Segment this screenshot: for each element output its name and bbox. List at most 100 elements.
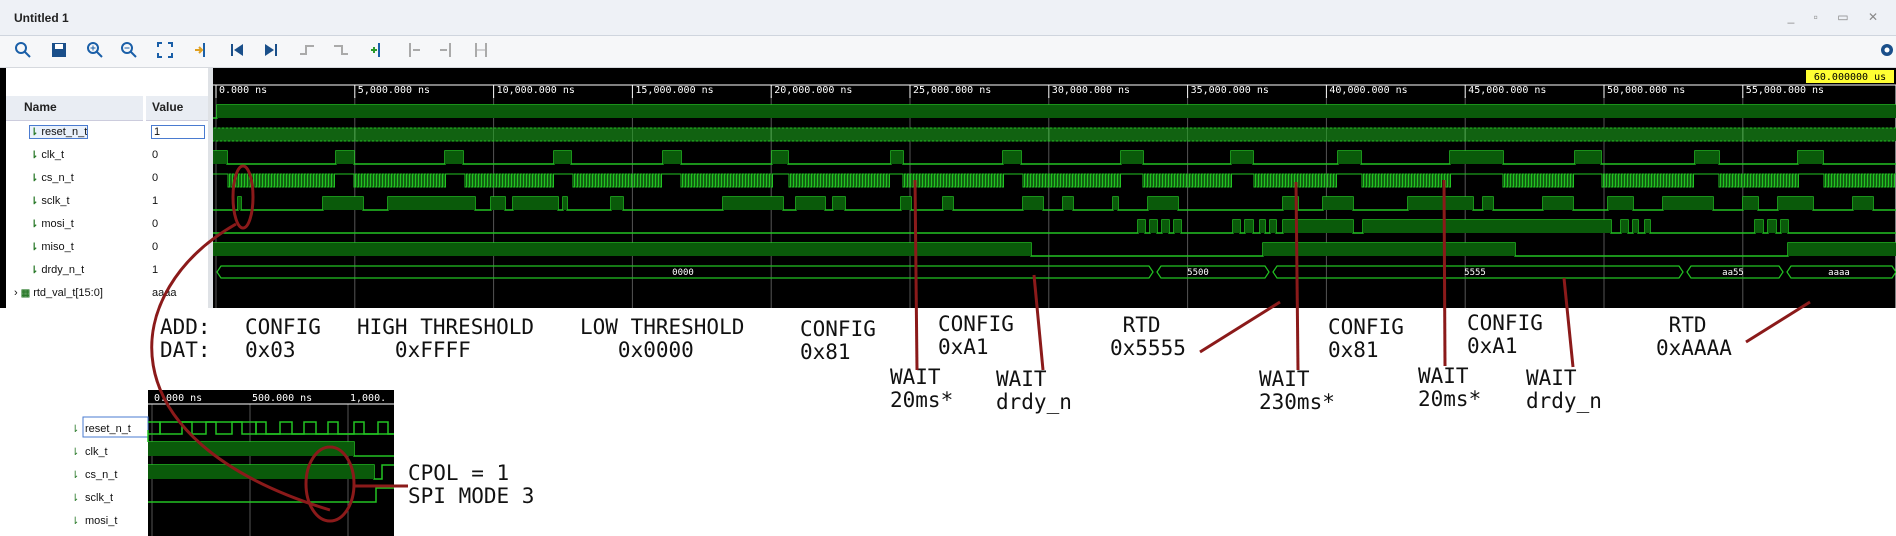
cpol-label: CPOL = 1 SPI MODE 3 bbox=[408, 461, 535, 508]
settings-icon[interactable] bbox=[1876, 40, 1896, 62]
wave-miso_t-fill bbox=[1621, 220, 1628, 233]
wire-signal-icon: ⇂ bbox=[30, 265, 39, 276]
wave-mosi_t-fill bbox=[1283, 197, 1298, 210]
go-to-start-icon[interactable] bbox=[226, 40, 250, 62]
wire-signal-icon: ⇂ bbox=[30, 150, 39, 161]
prev-marker-icon[interactable] bbox=[402, 40, 426, 62]
wave-mosi_t-fill bbox=[238, 197, 241, 210]
inset-cs-fill bbox=[148, 442, 354, 456]
wave-mosi_t-fill bbox=[1148, 197, 1178, 210]
bus-value-label: aa55 bbox=[1722, 268, 1744, 278]
wave-miso_t-fill bbox=[1162, 220, 1169, 233]
wire-signal-icon: ⇂ bbox=[30, 127, 39, 138]
wave-mosi_t-fill bbox=[1483, 197, 1493, 210]
zoom-inset: 0.000 ns 500.000 ns 1,000. reset_n_t ⇂ clk_t ⇂… bbox=[66, 390, 394, 536]
rtd1-label: RTD 0x5555 bbox=[1110, 313, 1186, 360]
wave-mosi_t-fill bbox=[901, 197, 911, 210]
signal-name: clk_t bbox=[41, 149, 65, 161]
signal-value: 0 bbox=[152, 149, 159, 161]
wave-cs_n_t-fill bbox=[663, 151, 681, 164]
wave-mosi_t-fill bbox=[796, 197, 825, 210]
expand-chevron-icon[interactable]: › bbox=[14, 287, 21, 299]
bus-value-label: aaaa bbox=[1828, 268, 1850, 278]
signal-row-cs-n-t[interactable]: ⇂ cs_n_t bbox=[30, 172, 74, 184]
zoom-fit-icon[interactable] bbox=[154, 40, 178, 62]
signal-row-mosi-t[interactable]: ⇂ mosi_t bbox=[30, 218, 74, 230]
signal-row-miso-t[interactable]: ⇂ miso_t bbox=[30, 241, 74, 253]
wave-miso_t-fill bbox=[1768, 220, 1776, 233]
signal-name: sclk_t bbox=[41, 195, 70, 207]
bus-signal-icon: ▦ bbox=[20, 288, 31, 299]
ruler-tick-label: 5,000.000 ns bbox=[358, 85, 430, 96]
inset-signal-name: cs_n_t bbox=[85, 469, 117, 481]
prev-transition-icon[interactable] bbox=[296, 40, 320, 62]
go-to-end-icon[interactable] bbox=[260, 40, 284, 62]
wave-mosi_t-fill bbox=[1853, 197, 1873, 210]
wave-cs_n_t-fill bbox=[1450, 151, 1503, 164]
add-label: ADD: bbox=[160, 315, 211, 339]
signal-row-clk-t[interactable]: ⇂ clk_t bbox=[30, 149, 64, 161]
signal-value: 0 bbox=[152, 218, 159, 230]
wave-mosi_t-fill bbox=[563, 197, 567, 210]
next-marker-icon[interactable] bbox=[436, 40, 460, 62]
ruler-tick-label: 10,000.000 ns bbox=[497, 85, 575, 96]
wave-mosi_t-fill bbox=[513, 197, 558, 210]
wave-cs_n_t-fill bbox=[445, 151, 463, 164]
waveform-view[interactable]: 60.000000 us 0.000 ns 5,000.000 ns 10,000.0… bbox=[213, 68, 1896, 308]
wave-miso_t-fill bbox=[1150, 220, 1157, 233]
wave-mosi_t-fill bbox=[1113, 197, 1118, 210]
inset-signal-name: clk_t bbox=[85, 446, 108, 458]
wave-cs_n_t-fill bbox=[1575, 151, 1601, 164]
wave-mosi_t-fill bbox=[611, 197, 623, 210]
name-column-header[interactable]: Name bbox=[24, 100, 57, 114]
wave-miso_t-fill bbox=[1283, 220, 1353, 233]
window-controls[interactable]: _ ▫ ▭ ✕ bbox=[1788, 10, 1886, 24]
swap-cursors-icon[interactable] bbox=[470, 40, 494, 62]
signal-value: 0 bbox=[152, 172, 159, 184]
wire-signal-icon: ⇂ bbox=[71, 470, 79, 481]
zoom-out-icon[interactable] bbox=[118, 40, 142, 62]
wave-cs_n_t-fill bbox=[1338, 151, 1361, 164]
wave-miso_t-fill bbox=[1260, 220, 1265, 233]
signal-name: mosi_t bbox=[41, 218, 74, 230]
next-transition-icon[interactable] bbox=[330, 40, 354, 62]
signal-value: aaaa bbox=[152, 287, 177, 299]
inset-signal-name: reset_n_t bbox=[85, 423, 131, 435]
inset-signal-name: sclk_t bbox=[85, 492, 113, 504]
signal-name: miso_t bbox=[41, 241, 74, 253]
wave-cs_n_t-fill bbox=[772, 151, 788, 164]
wave-miso_t-fill bbox=[1633, 220, 1638, 233]
wire-signal-icon: ⇂ bbox=[30, 219, 39, 230]
signal-name: cs_n_t bbox=[41, 172, 74, 184]
wave-mosi_t-fill bbox=[1023, 197, 1043, 210]
inset-tick-label: 500.000 ns bbox=[252, 393, 312, 404]
go-to-cursor-icon[interactable] bbox=[190, 40, 214, 62]
wave-cs_n_t-fill bbox=[1798, 151, 1823, 164]
toolbar bbox=[0, 36, 1896, 68]
add-marker-icon[interactable] bbox=[366, 40, 390, 62]
ruler-tick-label: 30,000.000 ns bbox=[1052, 85, 1130, 96]
signal-name: reset_n_t bbox=[41, 126, 88, 138]
signal-row-reset-n-t[interactable]: ⇂ reset_n_t bbox=[28, 125, 89, 139]
wait1-label: WAIT 20ms* bbox=[890, 365, 954, 412]
wave-miso_t-fill bbox=[1781, 220, 1788, 233]
cursor-time-label: 60.000000 us bbox=[1814, 72, 1886, 83]
waveform-background bbox=[213, 68, 1896, 308]
signal-row-rtd-val-t-15-0-[interactable]: › ▦ rtd_val_t[15:0] bbox=[14, 287, 103, 299]
ruler-tick-label: 35,000.000 ns bbox=[1191, 85, 1269, 96]
search-icon[interactable] bbox=[12, 40, 36, 62]
zoom-in-icon[interactable] bbox=[84, 40, 108, 62]
wave-mosi_t-fill bbox=[1543, 197, 1573, 210]
signal-row-sclk-t[interactable]: ⇂ sclk_t bbox=[30, 195, 70, 207]
value-column-header[interactable]: Value bbox=[152, 100, 183, 114]
wait4-label: WAIT 20ms* bbox=[1418, 364, 1482, 411]
wave-miso_t-fill bbox=[1755, 220, 1763, 233]
ruler-tick-label: 50,000.000 ns bbox=[1607, 85, 1685, 96]
window-title: Untitled 1 bbox=[14, 11, 69, 25]
ruler-tick-label: 40,000.000 ns bbox=[1329, 85, 1407, 96]
wave-miso_t-fill bbox=[1233, 220, 1240, 233]
inset-tick-label: 1,000. bbox=[350, 393, 386, 404]
save-icon[interactable] bbox=[48, 40, 72, 62]
signal-row-drdy-n-t[interactable]: ⇂ drdy_n_t bbox=[30, 264, 84, 276]
ruler-tick-label: 55,000.000 ns bbox=[1746, 85, 1824, 96]
